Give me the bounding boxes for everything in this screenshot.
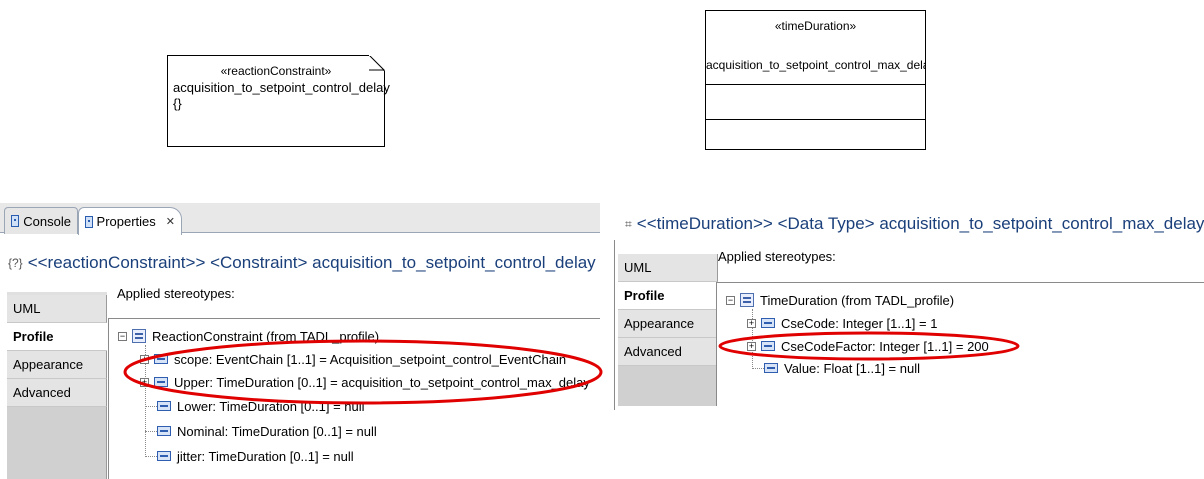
tree-row-label: jitter: TimeDuration [0..1] = null [177,448,354,464]
class-name: acquisition_to_setpoint_control_max_dela… [706,58,925,72]
collapse-icon[interactable]: − [726,295,735,305]
attribute-icon [157,451,171,461]
tree-root-label: TimeDuration (from TADL_profile) [760,292,955,308]
tree-row-label: Upper: TimeDuration [0..1] = acquisition… [174,374,590,390]
tree-guide-branch [145,456,157,457]
attribute-icon [157,401,171,411]
attribute-icon [764,363,778,373]
vertical-tabs-filler [7,407,107,479]
tree-guide-branch [145,406,157,407]
constraint-icon: {?} [8,256,23,270]
tree-row[interactable]: Nominal: TimeDuration [0..1] = null [157,422,377,440]
expand-icon[interactable]: + [747,341,756,351]
tree-row[interactable]: jitter: TimeDuration [0..1] = null [157,447,354,465]
tab-profile[interactable]: Profile [7,323,107,351]
attribute-icon [761,341,775,351]
tree-row[interactable]: + CseCode: Integer [1..1] = 1 [747,314,937,332]
applied-stereotypes-label: Applied stereotypes: [718,249,836,264]
console-icon [11,215,20,227]
tab-uml[interactable]: UML [7,295,107,323]
left-vertical-tabs: UML Profile Appearance Advanced [7,292,107,479]
stereotype-icon [132,329,146,343]
right-panel-border [614,240,615,410]
right-panel-title: ⌗ <<timeDuration>> <Data Type> acquisiti… [625,210,1204,238]
tree-root-row[interactable]: − ReactionConstraint (from TADL_profile) [118,327,379,345]
tree-row[interactable]: + CseCodeFactor: Integer [1..1] = 200 [747,337,989,355]
time-duration-class-box[interactable]: «timeDuration» acquisition_to_setpoint_c… [705,10,926,150]
stereotype-icon [740,293,754,307]
expand-icon[interactable]: + [747,318,756,328]
tree-root-label: ReactionConstraint (from TADL_profile) [152,328,380,344]
tree-guide-branch [752,368,764,369]
close-icon[interactable]: ✕ [166,215,175,228]
tab-uml[interactable]: UML [618,254,718,282]
tree-row[interactable]: + scope: EventChain [1..1] = Acquisition… [140,350,566,368]
tree-row[interactable]: Lower: TimeDuration [0..1] = null [157,397,365,415]
tab-console[interactable]: Console [4,207,78,234]
tab-appearance[interactable]: Appearance [7,351,107,379]
datatype-icon: ⌗ [625,216,632,231]
tree-row-label: Value: Float [1..1] = null [784,360,920,376]
tree-root-row[interactable]: − TimeDuration (from TADL_profile) [726,291,954,309]
tree-row[interactable]: + Upper: TimeDuration [0..1] = acquisiti… [140,373,590,391]
tree-row-label: Lower: TimeDuration [0..1] = null [177,398,365,414]
class-compartment-divider [706,119,925,120]
note-stereotype: «reactionConstraint» [220,64,332,78]
right-vertical-tabs: UML Profile Appearance Advanced [618,254,718,406]
tree-guide-branch [145,431,157,432]
attribute-icon [761,318,775,328]
expand-icon[interactable]: + [140,377,149,387]
tab-properties-label: Properties [96,214,156,229]
tree-row-label: CseCodeFactor: Integer [1..1] = 200 [781,338,989,354]
reaction-constraint-note[interactable]: «reactionConstraint» acquisition_to_setp… [167,55,390,147]
tab-appearance[interactable]: Appearance [618,310,718,338]
tree-row-label: scope: EventChain [1..1] = Acquisition_s… [174,351,567,367]
tree-row-label: Nominal: TimeDuration [0..1] = null [177,423,377,439]
collapse-icon[interactable]: − [118,331,127,341]
applied-stereotypes-label: Applied stereotypes: [117,286,235,301]
tab-advanced[interactable]: Advanced [618,338,718,366]
attribute-icon [154,354,168,364]
right-panel-title-text: <<timeDuration>> <Data Type> acquisition… [636,214,1204,233]
attribute-icon [157,426,171,436]
expand-icon[interactable]: + [140,354,149,364]
note-name: acquisition_to_setpoint_control_delay [173,80,390,95]
tab-console-label: Console [23,213,71,229]
tree-row-label: CseCode: Integer [1..1] = 1 [781,315,938,331]
left-panel-title: {?} <<reactionConstraint>> <Constraint> … [8,249,596,277]
class-compartment-divider [706,84,925,85]
left-panel-title-text: <<reactionConstraint>> <Constraint> acqu… [27,253,596,272]
class-stereotype: «timeDuration» [774,19,857,33]
tab-advanced[interactable]: Advanced [7,379,107,407]
tab-profile[interactable]: Profile [618,282,718,310]
vertical-tabs-filler [618,366,718,406]
tab-properties[interactable]: Properties ✕ [78,207,182,235]
properties-icon [85,215,93,228]
tree-row[interactable]: Value: Float [1..1] = null [764,359,920,377]
attribute-icon [154,377,168,387]
note-body: {} [173,96,182,111]
view-tab-bar: Console Properties ✕ [0,203,600,235]
